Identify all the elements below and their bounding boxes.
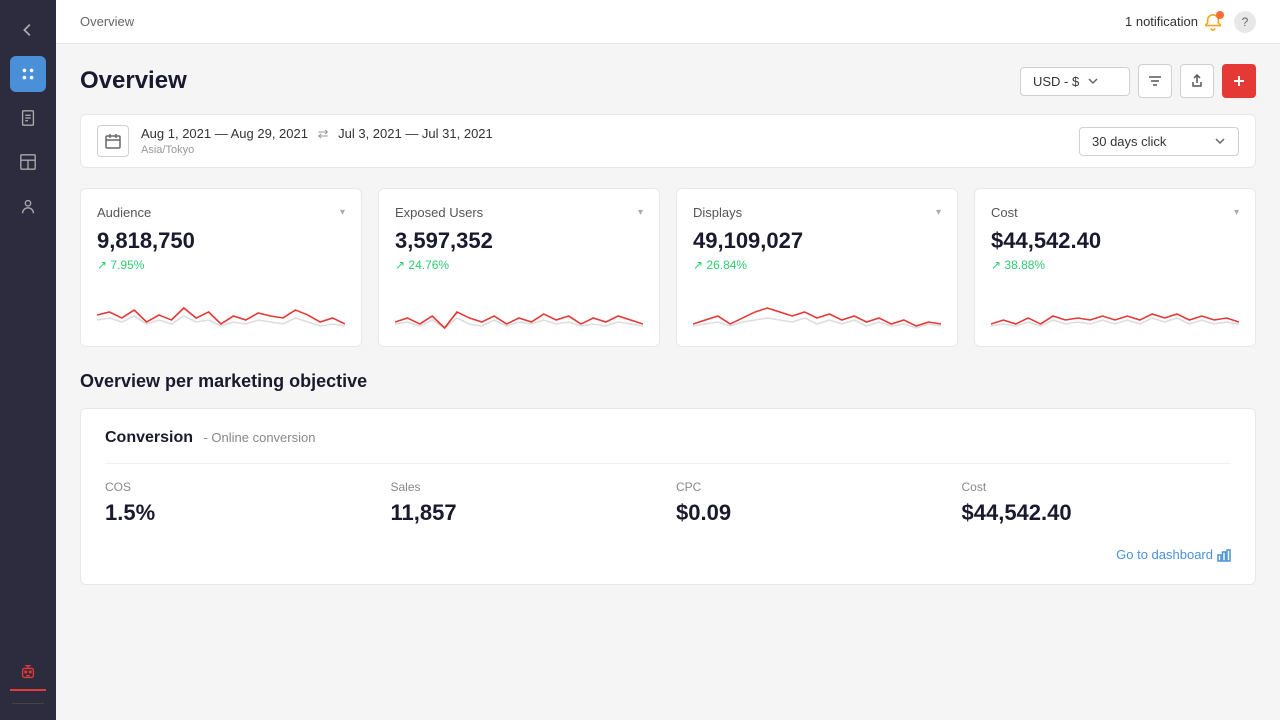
page-content: Overview USD - $ (56, 44, 1280, 720)
main-content: Overview 1 notification ? Overview (56, 0, 1280, 720)
metric-value: 3,597,352 (395, 228, 643, 254)
metric-dropdown-icon[interactable]: ▾ (638, 207, 643, 218)
conv-metric-cpc: CPC $0.09 (676, 480, 946, 526)
filter-icon (1147, 73, 1163, 89)
metric-card-displays: Displays ▾ 49,109,027 ↗ 26.84% (676, 188, 958, 347)
conv-metric-label: CPC (676, 480, 946, 494)
date-left: Aug 1, 2021 — Aug 29, 2021 ⇄ Jul 3, 2021… (97, 125, 493, 157)
metric-chart (991, 280, 1239, 330)
sidebar-item-back[interactable] (10, 12, 46, 48)
topbar-right: 1 notification ? (1125, 11, 1256, 33)
metric-value: 9,818,750 (97, 228, 345, 254)
conversion-metrics: COS 1.5% Sales 11,857 CPC $0.09 Cost $44… (105, 480, 1231, 526)
conversion-title: Conversion (105, 429, 193, 446)
notification-dot (1216, 11, 1224, 19)
conv-metric-label: COS (105, 480, 375, 494)
sidebar-bottom (10, 655, 46, 708)
filter-button[interactable] (1138, 64, 1172, 98)
sidebar-item-bot[interactable] (10, 655, 46, 691)
metric-cards: Audience ▾ 9,818,750 ↗ 7.95% Exposed Use… (80, 188, 1256, 347)
conv-metric-value: $44,542.40 (962, 500, 1232, 526)
dashboard-link-label: Go to dashboard (1116, 547, 1213, 562)
metric-value: 49,109,027 (693, 228, 941, 254)
metric-change: ↗ 38.88% (991, 258, 1239, 272)
conversion-header: Conversion - Online conversion (105, 429, 1231, 464)
go-to-dashboard-link[interactable]: Go to dashboard (1116, 547, 1231, 562)
notification-button[interactable]: 1 notification (1125, 13, 1222, 31)
conv-metric-sales: Sales 11,857 (391, 480, 661, 526)
metric-change: ↗ 7.95% (97, 258, 345, 272)
period-selector[interactable]: 30 days click (1079, 127, 1239, 156)
conv-metric-cost: Cost $44,542.40 (962, 480, 1232, 526)
notification-label: 1 notification (1125, 14, 1198, 29)
bar-chart-icon (1217, 548, 1231, 562)
metric-dropdown-icon[interactable]: ▾ (936, 207, 941, 218)
conv-metric-cos: COS 1.5% (105, 480, 375, 526)
metric-dropdown-icon[interactable]: ▾ (340, 207, 345, 218)
metric-header: Displays ▾ (693, 205, 941, 220)
date-bar: Aug 1, 2021 — Aug 29, 2021 ⇄ Jul 3, 2021… (80, 114, 1256, 168)
metric-card-audience: Audience ▾ 9,818,750 ↗ 7.95% (80, 188, 362, 347)
page-title: Overview (80, 67, 187, 95)
share-button[interactable] (1180, 64, 1214, 98)
period-chevron-icon (1214, 135, 1226, 147)
breadcrumb: Overview (80, 14, 134, 29)
bell-icon (1204, 13, 1222, 31)
period-label: 30 days click (1092, 134, 1166, 149)
timezone-label: Asia/Tokyo (141, 144, 493, 156)
chevron-down-icon (1087, 75, 1099, 87)
help-button[interactable]: ? (1234, 11, 1256, 33)
conv-metric-label: Sales (391, 480, 661, 494)
metric-change: ↗ 26.84% (693, 258, 941, 272)
metric-change: ↗ 24.76% (395, 258, 643, 272)
help-label: ? (1242, 15, 1249, 29)
metric-label: Displays (693, 205, 742, 220)
conversion-subtitle: - Online conversion (203, 430, 315, 445)
metric-value: $44,542.40 (991, 228, 1239, 254)
conv-metric-value: 1.5% (105, 500, 375, 526)
sidebar-divider (12, 703, 44, 704)
section-title: Overview per marketing objective (80, 371, 1256, 392)
metric-card-cost: Cost ▾ $44,542.40 ↗ 38.88% (974, 188, 1256, 347)
metric-label: Cost (991, 205, 1018, 220)
date-arrow: ⇄ (318, 126, 333, 141)
header-actions: USD - $ (1020, 64, 1256, 98)
metric-chart (395, 280, 643, 330)
conv-metric-label: Cost (962, 480, 1232, 494)
metric-chart (693, 280, 941, 330)
metric-dropdown-icon[interactable]: ▾ (1234, 207, 1239, 218)
date-info: Aug 1, 2021 — Aug 29, 2021 ⇄ Jul 3, 2021… (141, 126, 493, 156)
calendar-icon[interactable] (97, 125, 129, 157)
metric-label: Audience (97, 205, 151, 220)
sidebar-item-users[interactable] (10, 188, 46, 224)
metric-chart (97, 280, 345, 330)
metric-card-exposed-users: Exposed Users ▾ 3,597,352 ↗ 24.76% (378, 188, 660, 347)
date-primary: Aug 1, 2021 — Aug 29, 2021 (141, 126, 308, 141)
conversion-card: Conversion - Online conversion COS 1.5% … (80, 408, 1256, 585)
page-header: Overview USD - $ (80, 64, 1256, 98)
topbar: Overview 1 notification ? (56, 0, 1280, 44)
sidebar-item-home[interactable] (10, 56, 46, 92)
currency-selector[interactable]: USD - $ (1020, 67, 1130, 96)
metric-label: Exposed Users (395, 205, 483, 220)
metric-header: Audience ▾ (97, 205, 345, 220)
date-range-text: Aug 1, 2021 — Aug 29, 2021 ⇄ Jul 3, 2021… (141, 126, 493, 142)
date-secondary: Jul 3, 2021 — Jul 31, 2021 (338, 126, 493, 141)
sidebar (0, 0, 56, 720)
metric-header: Cost ▾ (991, 205, 1239, 220)
sidebar-item-layout[interactable] (10, 144, 46, 180)
metric-header: Exposed Users ▾ (395, 205, 643, 220)
sidebar-item-document[interactable] (10, 100, 46, 136)
add-button[interactable] (1222, 64, 1256, 98)
conv-metric-value: $0.09 (676, 500, 946, 526)
conv-metric-value: 11,857 (391, 500, 661, 526)
share-icon (1189, 73, 1205, 89)
currency-label: USD - $ (1033, 74, 1079, 89)
add-icon (1231, 73, 1247, 89)
conversion-footer: Go to dashboard (105, 546, 1231, 564)
